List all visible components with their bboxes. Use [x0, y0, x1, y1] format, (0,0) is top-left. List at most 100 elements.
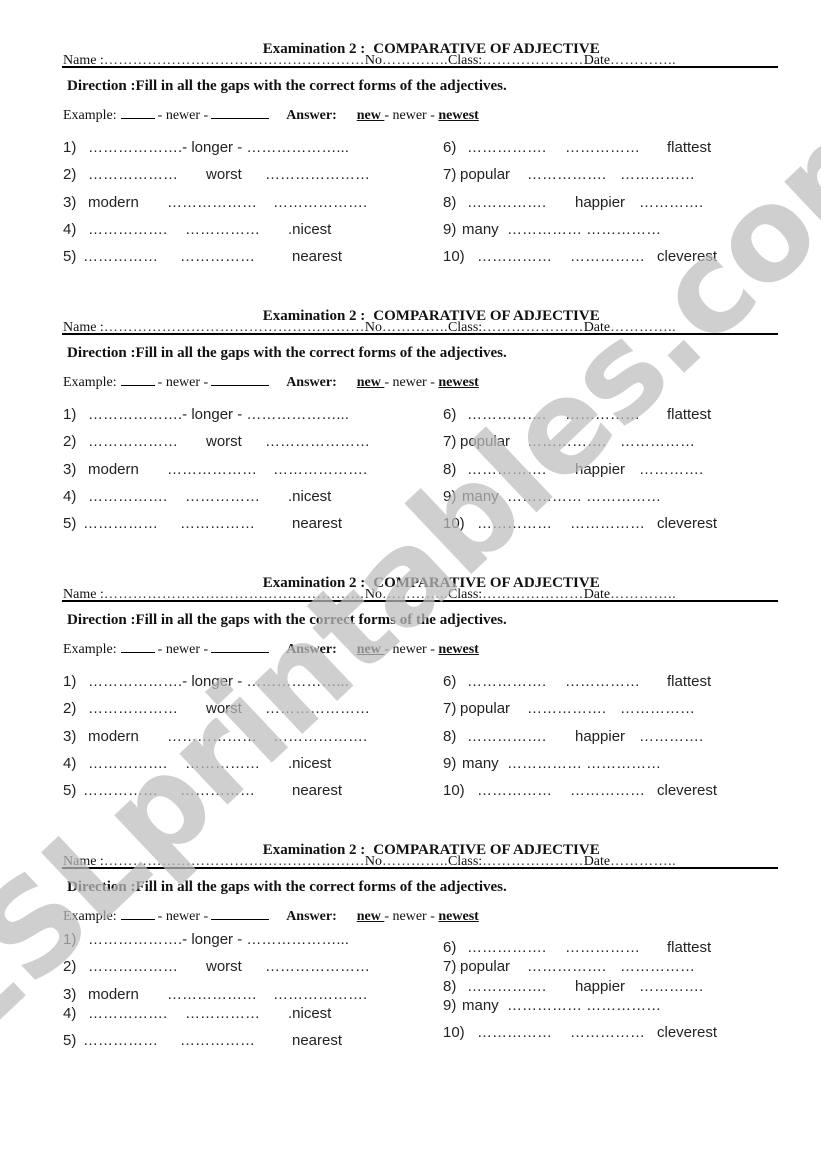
answer-blank[interactable]: ……………. — [467, 407, 546, 422]
answer-blank[interactable]: ……………. — [527, 701, 606, 716]
answer-blank[interactable]: ……………… — [88, 167, 178, 182]
answer-blank[interactable]: ……………. — [467, 674, 546, 689]
answer-blank[interactable]: …………… — [620, 434, 695, 449]
item-number: 5) — [63, 782, 77, 799]
exam-section-2: Examination 2 : COMPARATIVE OF ADJECTIVE … — [0, 287, 821, 554]
answer-blank[interactable]: ……………. — [467, 729, 546, 744]
answer-blank[interactable]: ……………. — [467, 195, 546, 210]
answer-blank[interactable]: …………… — [180, 516, 255, 531]
answer-blank[interactable]: …………… — [565, 407, 640, 422]
answer-blank[interactable]: …………… …………… — [507, 756, 661, 771]
answer-blank[interactable]: ……………… — [88, 959, 178, 974]
example-blank-1 — [120, 907, 155, 920]
answer-blank[interactable]: …………… — [180, 249, 255, 264]
answer-blank[interactable]: …………… — [83, 249, 158, 264]
answer-blank[interactable]: …………… — [185, 1006, 260, 1021]
answer-blank[interactable]: …………… — [565, 140, 640, 155]
answer-blank[interactable]: ……………. — [467, 979, 546, 994]
answer-blank[interactable]: ………………. — [273, 462, 367, 477]
answer-blank[interactable]: …………… — [83, 783, 158, 798]
direction-text: Direction :Fill in all the gaps with the… — [67, 612, 507, 628]
answer-blank[interactable]: ……………. — [467, 940, 546, 955]
divider-rule — [62, 600, 778, 602]
answer-blank[interactable]: …………… — [565, 940, 640, 955]
answer-comparative: - newer - — [384, 909, 435, 924]
given-word: worst — [206, 958, 242, 975]
answer-blank[interactable]: ………………… — [265, 434, 370, 449]
answer-blank[interactable]: …………… — [180, 783, 255, 798]
example-middle: - newer - — [157, 108, 209, 123]
answer-blank[interactable]: …………… — [620, 959, 695, 974]
answer-blank[interactable]: ……………… — [167, 729, 257, 744]
divider-rule — [62, 867, 778, 869]
answer-blank[interactable]: …………… — [570, 516, 645, 531]
answer-blank[interactable]: ………………. — [273, 987, 367, 1002]
answer-blank[interactable]: ……………. — [527, 167, 606, 182]
answer-blank[interactable]: …………… — [185, 222, 260, 237]
answer-blank[interactable]: ………………… — [265, 701, 370, 716]
exam-section-4: Examination 2 : COMPARATIVE OF ADJECTIVE … — [0, 821, 821, 1088]
answer-blank[interactable]: …………… — [477, 783, 552, 798]
answer-blank[interactable]: ……………. — [467, 462, 546, 477]
answer-blank[interactable]: …………. — [639, 729, 703, 744]
answer-blank[interactable]: …………… — [477, 516, 552, 531]
item-number: 1) — [63, 673, 77, 690]
given-word: .nicest — [288, 221, 332, 238]
answer-blank[interactable]: …………… — [185, 756, 260, 771]
answer-blank[interactable]: …………… — [180, 1033, 255, 1048]
answer-blank[interactable]: …………… — [570, 249, 645, 264]
item-number: 4) — [63, 755, 77, 772]
answer-blank[interactable]: …………… — [570, 783, 645, 798]
answer-positive: new — [356, 642, 385, 657]
given-word: modern — [88, 461, 139, 478]
answer-blank[interactable]: ……………. — [467, 140, 546, 155]
divider-rule — [62, 333, 778, 335]
given-word: nearest — [292, 515, 343, 532]
answer-blank[interactable]: ……………… — [167, 195, 257, 210]
answer-blank[interactable]: …………. — [639, 979, 703, 994]
answer-blank[interactable]: ………………… — [265, 167, 370, 182]
answer-blank[interactable]: …………… — [620, 701, 695, 716]
example-blank-2 — [211, 373, 270, 386]
answer-blank[interactable]: ……………. — [527, 959, 606, 974]
answer-blank[interactable]: ………………… — [265, 959, 370, 974]
answer-blank[interactable]: …………… — [477, 1025, 552, 1040]
example-middle: - newer - — [157, 375, 209, 390]
given-word: cleverest — [657, 515, 718, 532]
answer-blank[interactable]: ………………. — [273, 729, 367, 744]
example-blank-1 — [120, 106, 155, 119]
answer-blank[interactable]: ……………. — [88, 1006, 167, 1021]
answer-blank[interactable]: …………… — [83, 1033, 158, 1048]
answer-blank[interactable]: …………. — [639, 462, 703, 477]
answer-blank[interactable]: ……………. — [88, 222, 167, 237]
example-blank-2 — [211, 907, 270, 920]
answer-blank[interactable]: …………. — [639, 195, 703, 210]
answer-positive: new — [356, 108, 385, 123]
item-number: 8) — [443, 194, 457, 211]
answer-blank[interactable]: ……………. — [88, 489, 167, 504]
item-number: 7) — [443, 433, 457, 450]
answer-blank[interactable]: …………… — [565, 674, 640, 689]
answer-blank[interactable]: …………… …………… — [507, 998, 661, 1013]
given-word: nearest — [292, 1032, 343, 1049]
answer-blank[interactable]: …………… — [83, 516, 158, 531]
example-label: Example: — [63, 642, 117, 657]
answer-blank[interactable]: ……………… — [88, 701, 178, 716]
answer-blank[interactable]: …………… — [570, 1025, 645, 1040]
answer-blank[interactable]: …………… …………… — [507, 222, 661, 237]
given-word: ……………….- longer - ………………... — [88, 139, 349, 156]
answer-blank[interactable]: …………… — [477, 249, 552, 264]
answer-blank[interactable]: ……………. — [88, 756, 167, 771]
item-number: 2) — [63, 700, 77, 717]
item-number: 2) — [63, 958, 77, 975]
answer-blank[interactable]: …………… — [620, 167, 695, 182]
answer-blank[interactable]: ……………… — [167, 987, 257, 1002]
item-number: 1) — [63, 931, 77, 948]
answer-blank[interactable]: ……………… — [88, 434, 178, 449]
answer-blank[interactable]: ……………… — [167, 462, 257, 477]
answer-blank[interactable]: …………… …………… — [507, 489, 661, 504]
item-number: 10) — [443, 248, 465, 265]
answer-blank[interactable]: …………… — [185, 489, 260, 504]
answer-blank[interactable]: ……………. — [527, 434, 606, 449]
answer-blank[interactable]: ………………. — [273, 195, 367, 210]
